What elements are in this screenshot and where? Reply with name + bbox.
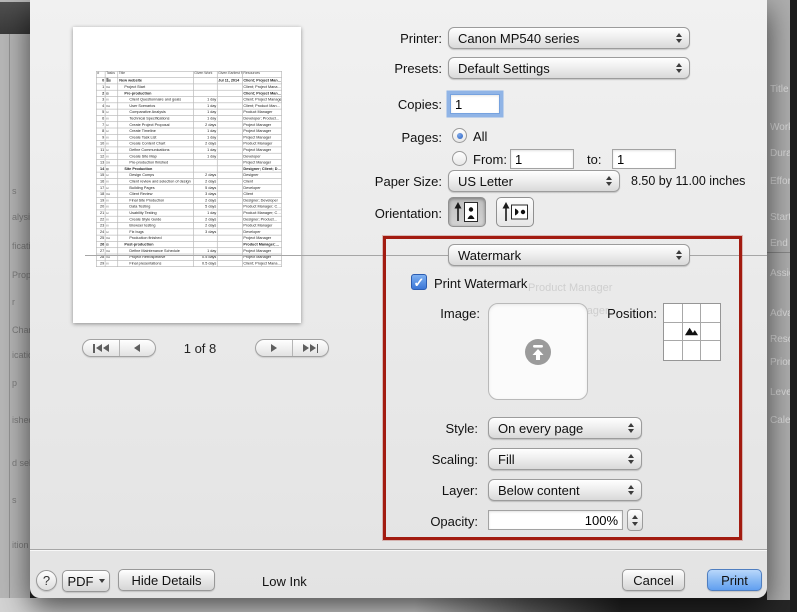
low-ink-status: Low Ink (262, 574, 307, 589)
presets-popup[interactable]: Default Settings (448, 57, 690, 79)
preview-nav-back-group (82, 339, 156, 357)
print-dialog-sheet: #TasksTitleGiven WorkGiven Earliest Star… (30, 0, 767, 598)
page-indicator: 1 of 8 (160, 341, 240, 356)
bg-rlabel: Effort (770, 176, 790, 187)
bg-rlabel: Title (770, 84, 789, 95)
first-page-button[interactable] (83, 340, 119, 356)
footer-divider-highlight (30, 550, 767, 551)
background-inspector-divider (767, 252, 790, 253)
background-dark-edge (790, 0, 797, 612)
pages-to-label: to: (587, 152, 601, 167)
bg-rlabel: Advanced (770, 308, 790, 319)
pages-from-label: From: (473, 152, 507, 167)
bg-frag: Chart (12, 325, 30, 335)
next-page-button[interactable] (256, 340, 292, 356)
bg-frag: ition (12, 540, 29, 550)
printer-value: Canon MP540 series (458, 31, 579, 46)
hide-details-button[interactable]: Hide Details (118, 569, 215, 591)
bg-frag: alysis (12, 212, 30, 222)
paper-size-popup[interactable]: US Letter (448, 170, 620, 192)
background-app-toolbar (0, 2, 30, 34)
bg-rlabel: Start (770, 212, 790, 223)
bg-rlabel: Resources (770, 334, 790, 345)
printer-label: Printer: (312, 31, 442, 46)
bg-frag: ished (12, 415, 30, 425)
popup-arrows-icon (606, 176, 612, 186)
bg-frag: d selection (12, 458, 30, 468)
preview-table: #TasksTitleGiven WorkGiven Earliest Star… (96, 71, 283, 281)
pdf-dropdown-icon (99, 579, 105, 583)
background-app-inspector-strip: Title Work Duration Effort Start End Assignmen… (767, 0, 790, 600)
popup-arrows-icon (676, 63, 682, 73)
bg-frag: s (12, 495, 17, 505)
copies-value: 1 (455, 97, 462, 112)
background-table-gridline (9, 34, 10, 600)
bg-frag: s (12, 186, 17, 196)
presets-label: Presets: (312, 61, 442, 76)
pages-from-input[interactable]: 1 (510, 149, 574, 169)
bg-frag: p (12, 378, 17, 388)
previous-page-button[interactable] (119, 340, 156, 356)
copies-label: Copies: (312, 97, 442, 112)
bg-rlabel: Leveling (770, 387, 790, 398)
popup-arrows-icon (676, 33, 682, 43)
orientation-label: Orientation: (312, 206, 442, 221)
orientation-landscape-button[interactable] (496, 197, 534, 227)
last-page-button[interactable] (292, 340, 329, 356)
question-mark-icon: ? (43, 573, 50, 588)
hide-details-label: Hide Details (131, 573, 201, 588)
print-preview-page: #TasksTitleGiven WorkGiven Earliest Star… (73, 27, 301, 323)
cancel-button[interactable]: Cancel (622, 569, 685, 591)
presets-value: Default Settings (458, 61, 550, 76)
printer-popup[interactable]: Canon MP540 series (448, 27, 690, 49)
screenshot-canvas: s alysis fications Proposal r Chart ications p i… (0, 0, 797, 612)
background-app-left-strip: s alysis fications Proposal r Chart ications p i… (0, 0, 30, 600)
bg-rlabel: Calendar (770, 415, 790, 426)
pdf-menu-button[interactable]: PDF (62, 570, 110, 592)
landscape-icon (501, 200, 529, 224)
paper-size-label: Paper Size: (312, 174, 442, 189)
print-label: Print (721, 573, 748, 588)
bg-rlabel: End (770, 238, 788, 249)
portrait-icon (453, 200, 481, 224)
paper-size-info: 8.50 by 11.00 inches (631, 174, 745, 188)
pages-all-radio[interactable] (452, 128, 467, 143)
pages-from-radio[interactable] (452, 151, 467, 166)
pages-to-value: 1 (617, 152, 624, 167)
pdf-label: PDF (68, 574, 94, 589)
bg-frag: Proposal (12, 270, 30, 280)
copies-input[interactable]: 1 (450, 94, 500, 114)
pages-all-label: All (473, 129, 487, 144)
cancel-label: Cancel (633, 573, 673, 588)
bg-frag: fications (12, 241, 30, 251)
print-button[interactable]: Print (707, 569, 762, 591)
paper-size-value: US Letter (458, 174, 513, 189)
help-button[interactable]: ? (36, 570, 57, 591)
pages-from-value: 1 (515, 152, 522, 167)
orientation-portrait-button[interactable] (448, 197, 486, 227)
bg-frag: r (12, 297, 15, 307)
bg-rlabel: Work (770, 122, 790, 133)
bg-rlabel: Duration (770, 148, 790, 159)
preview-nav-forward-group (255, 339, 329, 357)
bg-frag: ications (12, 350, 30, 360)
pages-to-input[interactable]: 1 (612, 149, 676, 169)
preview-project-table: #TasksTitleGiven WorkGiven Earliest Star… (96, 71, 282, 267)
bg-rlabel: Assignments (770, 268, 790, 279)
annotation-highlight-rectangle (383, 236, 742, 540)
bg-rlabel: Priority (770, 357, 790, 368)
preview-table-row: 29⊟Final presentations0.5 daysClient; Pr… (96, 260, 281, 266)
pages-label: Pages: (312, 130, 442, 145)
background-app-bottom-strip (0, 598, 797, 612)
